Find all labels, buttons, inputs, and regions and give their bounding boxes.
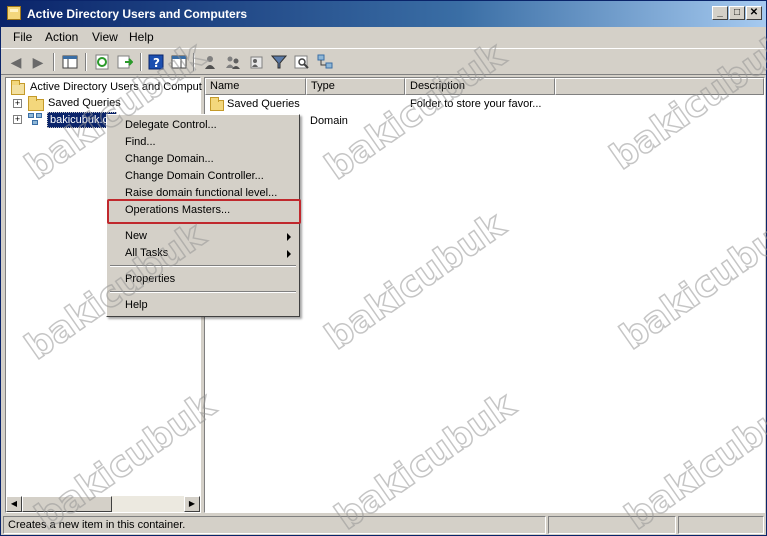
submenu-arrow-icon [287, 250, 291, 258]
menu-item-operations-masters[interactable]: Operations Masters... [109, 202, 297, 219]
domain-tree-icon[interactable] [316, 53, 334, 71]
aduc-app-icon [7, 6, 21, 20]
column-header-name[interactable]: Name [205, 78, 306, 95]
menu-separator [110, 291, 296, 293]
menu-item-delegate-control[interactable]: Delegate Control... [109, 117, 297, 134]
title-bar[interactable]: Active Directory Users and Computers _ □… [1, 1, 766, 27]
menu-item-change-domain[interactable]: Change Domain... [109, 151, 297, 168]
expand-icon[interactable]: + [13, 115, 22, 124]
filter-icon[interactable] [270, 53, 288, 71]
list-row-saved-queries[interactable]: Saved Queries [209, 97, 301, 112]
menu-action[interactable]: Action [45, 30, 78, 44]
window-title: Active Directory Users and Computers [27, 7, 248, 21]
menu-file[interactable]: File [13, 30, 32, 44]
menu-item-all-tasks[interactable]: All Tasks [109, 245, 297, 262]
menu-separator [110, 222, 296, 224]
add-to-group-icon[interactable] [247, 53, 265, 71]
find-icon[interactable] [293, 53, 311, 71]
toolbar-separator [53, 53, 55, 71]
menu-item-change-domain-controller[interactable]: Change Domain Controller... [109, 168, 297, 185]
menu-help[interactable]: Help [129, 30, 154, 44]
properties-pane-icon[interactable] [170, 53, 188, 71]
list-cell-type: Domain [310, 115, 348, 127]
tree-item-label: Saved Queries [48, 97, 121, 109]
status-panel-2 [548, 516, 676, 534]
column-header-description[interactable]: Description [405, 78, 555, 95]
console-root-icon [11, 80, 25, 95]
status-panel-3 [678, 516, 764, 534]
refresh-icon[interactable] [93, 53, 111, 71]
group-icon[interactable] [224, 53, 242, 71]
back-arrow-icon[interactable]: ◀ [7, 53, 25, 71]
svg-text:?: ? [153, 56, 160, 70]
tree-root-label: Active Directory Users and Comput [30, 81, 202, 93]
submenu-arrow-icon [287, 233, 291, 241]
folder-icon [28, 96, 44, 111]
menu-item-raise-functional-level[interactable]: Raise domain functional level... [109, 185, 297, 202]
status-bar: Creates a new item in this container. [1, 514, 766, 535]
horizontal-scrollbar[interactable]: ◀ ▶ [6, 496, 200, 512]
console-tree-icon[interactable] [61, 53, 79, 71]
expand-icon[interactable]: + [13, 99, 22, 108]
context-menu: Delegate Control... Find... Change Domai… [106, 114, 300, 317]
export-list-icon[interactable] [116, 53, 134, 71]
scroll-right-button[interactable]: ▶ [184, 496, 200, 512]
mmc-window: Active Directory Users and Computers _ □… [0, 0, 767, 536]
menu-item-label: All Tasks [125, 247, 169, 259]
menu-item-new[interactable]: New [109, 228, 297, 245]
scroll-thumb[interactable] [22, 496, 112, 512]
list-cell-description: Folder to store your favor... [410, 98, 542, 110]
close-button[interactable]: ✕ [746, 6, 762, 20]
toolbar: ◀ ▶ ? [1, 48, 766, 75]
menu-bar: File Action View Help [1, 27, 766, 47]
list-cell-name: Saved Queries [227, 98, 300, 110]
domain-icon [28, 113, 44, 127]
status-text: Creates a new item in this container. [3, 516, 546, 534]
toolbar-separator [140, 53, 142, 71]
menu-view[interactable]: View [92, 30, 118, 44]
folder-icon [210, 97, 224, 111]
column-header-type[interactable]: Type [306, 78, 405, 95]
menu-item-properties[interactable]: Properties [109, 271, 297, 288]
help-icon[interactable]: ? [147, 53, 165, 71]
toolbar-separator [85, 53, 87, 71]
menu-item-label: New [125, 230, 148, 242]
forward-arrow-icon[interactable]: ▶ [29, 53, 47, 71]
minimize-button[interactable]: _ [712, 6, 728, 20]
toolbar-separator [193, 53, 195, 71]
users-icon[interactable] [201, 53, 219, 71]
menu-item-help[interactable]: Help [109, 297, 297, 314]
column-header-blank [555, 78, 764, 95]
menu-separator [110, 265, 296, 267]
maximize-button[interactable]: □ [729, 6, 745, 20]
menu-item-find[interactable]: Find... [109, 134, 297, 151]
scroll-left-button[interactable]: ◀ [6, 496, 22, 512]
